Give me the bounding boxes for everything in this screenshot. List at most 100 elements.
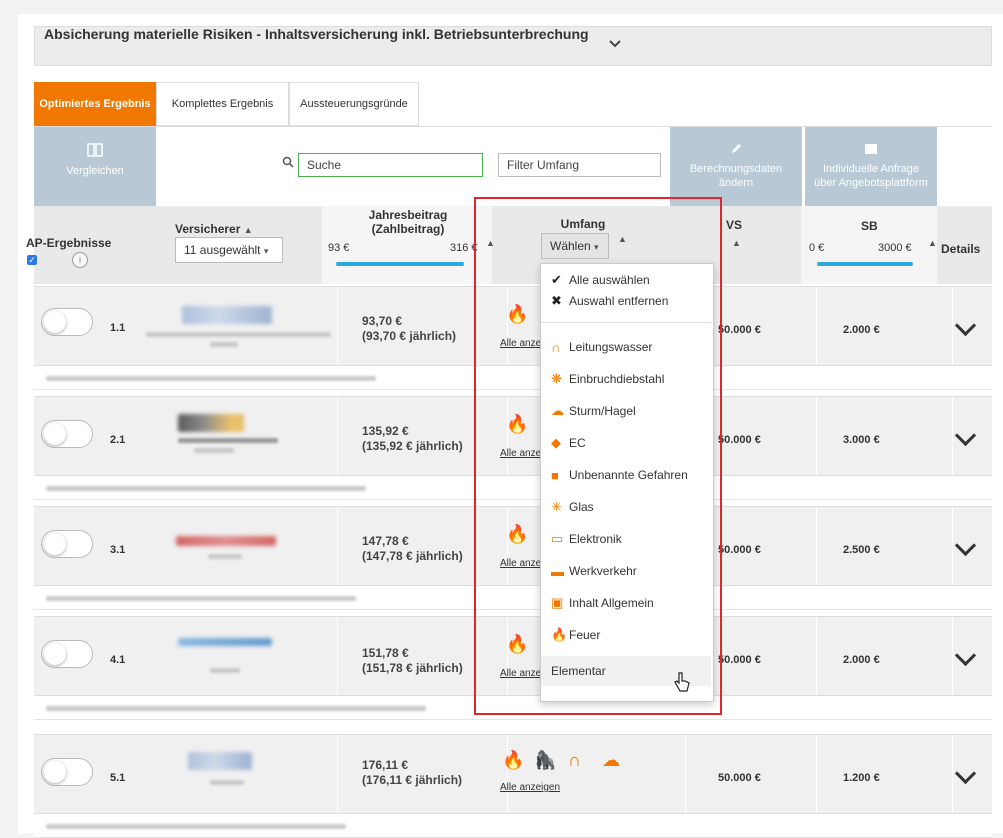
insurer-logo — [188, 752, 252, 770]
option-inhalt-allgemein[interactable]: ▣ Inhalt Allgemein — [541, 588, 711, 618]
chevron-down-icon[interactable] — [608, 36, 622, 54]
price: 135,92 € (135,92 € jährlich) — [362, 424, 463, 453]
premium-max: 316 € — [450, 242, 478, 254]
storm-icon: ☁ — [551, 403, 564, 418]
insurer-logo — [176, 536, 276, 546]
compare-label: Vergleichen — [66, 165, 124, 177]
select-all-option[interactable]: ✔ Alle auswählen — [541, 269, 711, 291]
burglary-icon: ❋ — [551, 371, 562, 386]
scope-dropdown-menu: ✔ Alle auswählen ✖ Auswahl entfernen ∩ Leit… — [540, 263, 714, 702]
row-rank: 1.1 — [110, 322, 126, 334]
vs-value: 50.000 € — [718, 434, 761, 446]
sb-value: 2.000 € — [843, 654, 880, 666]
flame-icon: 🔥 — [502, 750, 525, 770]
caret-down-icon: ▾ — [263, 246, 269, 256]
option-sturm-hagel[interactable]: ☁ Sturm/Hagel — [541, 396, 711, 426]
filter-scope-input[interactable]: Filter Umfang — [498, 153, 661, 177]
unnamed-hazards-icon: ■ — [551, 467, 559, 483]
vs-value: 50.000 € — [718, 324, 761, 336]
clear-selection-option[interactable]: ✖ Auswahl entfernen — [541, 290, 711, 312]
option-unbenannte-gefahren[interactable]: ■ Unbenannte Gefahren — [541, 460, 711, 490]
storm-icon: ☁ — [602, 750, 620, 770]
insurer-tariff — [194, 448, 234, 453]
premium-range-slider[interactable] — [336, 262, 464, 266]
ec-icon: ◆ — [551, 435, 561, 450]
flame-icon: 🔥 — [506, 304, 529, 324]
compare-icon — [34, 143, 156, 160]
vs-value: 50.000 € — [718, 544, 761, 556]
search-input[interactable]: Suche — [298, 153, 483, 177]
individual-request-label-2: über Angebotsplattform — [814, 177, 928, 189]
glass-icon: ✳ — [551, 499, 562, 514]
row-subline-text — [46, 706, 426, 711]
row-subline-text — [46, 486, 366, 491]
insurer-select[interactable]: 11 ausgewählt ▾ — [175, 237, 283, 263]
insurer-logo — [178, 414, 244, 432]
check-icon: ✔ — [551, 272, 562, 287]
vs-header: VS — [726, 218, 743, 232]
row-subline-text — [46, 596, 356, 601]
sort-asc-icon[interactable]: ▲ — [732, 238, 741, 248]
tab-reasons[interactable]: Aussteuerungsgründe — [289, 82, 419, 126]
row-rank: 5.1 — [110, 772, 126, 784]
option-ec[interactable]: ◆ EC — [541, 428, 711, 458]
option-feuer[interactable]: 🔥 Feuer — [541, 620, 711, 650]
insurer-header[interactable]: Versicherer ▲ — [175, 222, 253, 236]
flame-icon: 🔥 — [506, 634, 529, 654]
insurer-tariff — [210, 780, 244, 785]
premium-min: 93 € — [328, 242, 350, 254]
sort-asc-icon[interactable]: ▲ — [928, 238, 937, 248]
main-panel: Absicherung materielle Risiken - Inhalts… — [18, 14, 1003, 838]
water-pipe-icon: ∩ — [551, 339, 561, 355]
price: 93,70 € (93,70 € jährlich) — [362, 314, 457, 343]
row-toggle[interactable] — [41, 420, 93, 448]
car-icon: ▬ — [551, 563, 564, 579]
platform-icon — [805, 143, 937, 158]
caret-down-icon: ▾ — [594, 242, 599, 252]
premium-header[interactable]: Jahresbeitrag (Zahlbeitrag) — [348, 208, 468, 236]
row-rank: 2.1 — [110, 434, 126, 446]
row-rank: 4.1 — [110, 654, 126, 666]
close-icon: ✖ — [551, 293, 562, 308]
individual-request-button[interactable]: Individuelle Anfrage über Angebotsplattf… — [805, 127, 937, 207]
vs-value: 50.000 € — [718, 772, 761, 784]
flame-icon: 🔥 — [506, 524, 529, 544]
compare-button[interactable]: Vergleichen — [34, 127, 156, 207]
sb-range-slider[interactable] — [817, 262, 913, 266]
sb-value: 1.200 € — [843, 772, 880, 784]
tab-complete[interactable]: Komplettes Ergebnis — [156, 82, 289, 126]
edit-calculation-label-1: Berechnungsdaten — [689, 163, 783, 175]
row-toggle[interactable] — [41, 530, 93, 558]
ap-results-header: AP-Ergebnisse — [26, 236, 112, 250]
row-toggle[interactable] — [41, 308, 93, 336]
price: 151,78 € (151,78 € jährlich) — [362, 646, 463, 675]
pencil-icon — [670, 143, 802, 158]
insurer-logo — [178, 638, 272, 646]
row-rank: 3.1 — [110, 544, 126, 556]
scope-select-button[interactable]: Wählen ▾ — [541, 233, 609, 259]
option-elektronik[interactable]: ▭ Elektronik — [541, 524, 711, 554]
sort-asc-icon[interactable]: ▲ — [486, 238, 495, 248]
option-glas[interactable]: ✳ Glas — [541, 492, 711, 522]
row-toggle[interactable] — [41, 758, 93, 786]
info-icon[interactable]: i — [72, 252, 88, 268]
option-werkverkehr[interactable]: ▬ Werkverkehr — [541, 556, 711, 586]
ap-checkbox[interactable]: ✓ — [27, 255, 37, 265]
contents-icon: ▣ — [551, 595, 564, 610]
electronics-icon: ▭ — [551, 531, 564, 546]
sort-asc-icon[interactable]: ▲ — [618, 234, 627, 244]
sb-value: 2.500 € — [843, 544, 880, 556]
edit-calculation-label-2: ändern — [718, 177, 754, 189]
section-title: Absicherung materielle Risiken - Inhalts… — [44, 26, 589, 42]
option-einbruchdiebstahl[interactable]: ❋ Einbruchdiebstahl — [541, 364, 711, 394]
vs-value: 50.000 € — [718, 654, 761, 666]
hand-pointer-icon — [673, 672, 691, 699]
row-toggle[interactable] — [41, 640, 93, 668]
option-leitungswasser[interactable]: ∩ Leitungswasser — [541, 332, 711, 362]
details-header: Details — [941, 242, 981, 256]
tab-optimized[interactable]: Optimiertes Ergebnis — [34, 82, 156, 126]
insurer-tariff — [210, 342, 238, 347]
row-subline-text — [46, 376, 376, 381]
show-all-link[interactable]: Alle anzeigen — [500, 782, 560, 793]
edit-calculation-button[interactable]: Berechnungsdaten ändern — [670, 127, 802, 207]
